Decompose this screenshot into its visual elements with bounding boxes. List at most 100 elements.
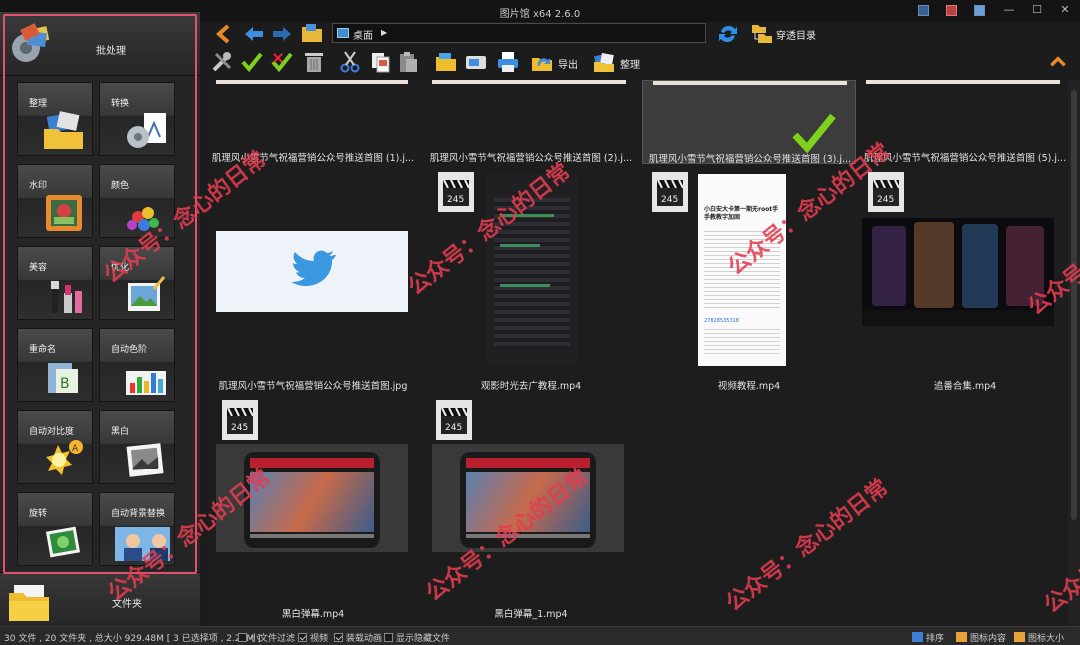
video-clapper-icon: 245	[436, 400, 472, 440]
rotate-icon	[45, 526, 81, 558]
monitor-icon[interactable]	[974, 2, 988, 18]
article-title: 小白安大卡第一期无root手手教教字加固	[704, 206, 779, 221]
slideshow-icon[interactable]	[464, 50, 488, 74]
tile-label: 优化	[111, 263, 130, 273]
file-caption: 视频教程.mp4	[717, 381, 781, 392]
convert-icon	[127, 113, 166, 148]
organize-label[interactable]: 整理	[620, 56, 640, 71]
print-icon[interactable]	[496, 50, 520, 74]
tile-background-replace[interactable]: 自动背景替换	[99, 492, 175, 566]
uncheck-icon[interactable]	[270, 50, 294, 74]
batch-process-button[interactable]: 批处理	[0, 12, 200, 76]
export-label[interactable]: 导出	[558, 56, 578, 71]
tile-label: 自动背景替换	[111, 509, 166, 519]
icon-size-label: 图标大小	[1028, 634, 1065, 644]
desktop-icon	[337, 28, 349, 38]
through-directory-icon[interactable]	[750, 22, 774, 46]
small-file-filter-checkbox[interactable]: 小文件过滤	[238, 631, 295, 644]
theme-icon[interactable]	[946, 2, 960, 18]
icon-content-icon	[956, 632, 967, 642]
checkbox-checked-icon	[298, 633, 307, 642]
through-directory-label[interactable]: 穿透目录	[776, 27, 816, 42]
paste-icon[interactable]	[396, 50, 420, 74]
status-bar: 30 文件 , 20 文件夹 , 总大小 929.48M [ 3 已选择项 , …	[0, 626, 1080, 645]
check-all-icon[interactable]	[240, 50, 264, 74]
file-item[interactable]: 肌理风小雪节气祝福营销公众号推送首图 (2).j...	[424, 80, 638, 164]
tile-optimize[interactable]: 优化	[99, 246, 175, 320]
file-item[interactable]: 245 追番合集.mp4	[858, 172, 1068, 392]
file-item[interactable]: 245 黑白弹幕_1.mp4	[424, 400, 638, 620]
open-folder-icon[interactable]	[300, 22, 324, 46]
path-field[interactable]: 桌面 ▶	[332, 23, 706, 43]
tile-label: 美容	[29, 263, 48, 273]
export-icon[interactable]	[530, 50, 554, 74]
file-item[interactable]: 肌理风小雪节气祝福营销公众号推送首图 (5).j...	[858, 80, 1068, 164]
maximize-button[interactable]: ☐	[1030, 2, 1044, 18]
tools-icon[interactable]	[210, 50, 234, 74]
tile-black-white[interactable]: 黑白	[99, 410, 175, 484]
video-checkbox[interactable]: 视频	[298, 631, 328, 644]
video-thumbnail-game	[216, 444, 408, 552]
cosmetics-icon	[51, 281, 82, 313]
file-caption: 黑白弹幕.mp4	[281, 609, 345, 620]
action-toolbar: 导出 整理	[206, 48, 1080, 76]
tile-label: 重命名	[29, 345, 57, 355]
folder-icon	[9, 585, 49, 621]
file-caption: 肌理风小雪节气祝福营销公众号推送首图 (5).j...	[863, 153, 1067, 164]
refresh-icon[interactable]	[716, 22, 740, 46]
collapse-up-icon[interactable]	[1048, 52, 1068, 72]
tile-watermark[interactable]: 水印	[17, 164, 93, 238]
vertical-scrollbar[interactable]	[1068, 80, 1080, 626]
delete-icon[interactable]	[302, 50, 326, 74]
file-item[interactable]: 245 黑白弹幕.mp4	[206, 400, 420, 620]
forward-arrow-icon[interactable]	[270, 22, 294, 46]
tile-convert[interactable]: 转换	[99, 82, 175, 156]
close-button[interactable]: ✕	[1058, 2, 1072, 18]
sort-button[interactable]: 排序	[912, 631, 944, 644]
icon-size-icon	[1014, 632, 1025, 642]
organize-icon[interactable]	[592, 50, 616, 74]
file-item[interactable]: 245 小白安大卡第一期无root手手教教字加固 27828535318 视频教…	[642, 172, 856, 392]
checkbox-checked-icon	[334, 633, 343, 642]
minimize-button[interactable]: —	[1002, 2, 1016, 18]
tile-rename[interactable]: 重命名 B	[17, 328, 93, 402]
show-hidden-checkbox[interactable]: 显示隐藏文件	[384, 631, 450, 644]
tile-auto-levels[interactable]: 自动色阶	[99, 328, 175, 402]
file-item[interactable]: 肌理风小雪节气祝福营销公众号推送首图.jpg	[206, 172, 420, 392]
icon-size-button[interactable]: 图标大小	[1014, 631, 1064, 644]
app-window: 图片馆 x64 2.6.0 — ☐ ✕ 批处理 整理 转换 水印 颜色 美容 优…	[0, 0, 1080, 645]
file-item-selected[interactable]: 肌理风小雪节气祝福营销公众号推送首图 (3).j...	[642, 80, 856, 165]
auto-levels-icon	[126, 371, 166, 395]
file-item[interactable]: 245 观影时光去广教程.mp4	[424, 172, 638, 392]
tile-organize[interactable]: 整理	[17, 82, 93, 156]
video-clapper-icon: 245	[652, 172, 688, 212]
video-thumbnail-code	[486, 174, 578, 364]
path-chevron-icon[interactable]: ▶	[381, 28, 387, 37]
navigation-bar: 桌面 ▶ 穿透目录	[206, 22, 1080, 46]
article-link: 27828535318	[704, 318, 739, 324]
copy-icon[interactable]	[368, 50, 392, 74]
checkbox-label: 显示隐藏文件	[396, 634, 451, 644]
checkbox-label: 小文件过滤	[250, 634, 296, 644]
file-item[interactable]: 肌理风小雪节气祝福营销公众号推送首图 (1).j...	[206, 80, 420, 164]
skin-icon[interactable]	[918, 2, 932, 18]
tile-beauty[interactable]: 美容	[17, 246, 93, 320]
back-arrow-icon[interactable]	[242, 22, 266, 46]
folder-photos-icon	[44, 111, 83, 149]
file-caption: 黑白弹幕_1.mp4	[494, 609, 568, 620]
image-thumbnail	[653, 81, 847, 85]
video-clapper-icon: 245	[222, 400, 258, 440]
new-folder-icon[interactable]	[434, 50, 458, 74]
tile-auto-contrast[interactable]: 自动对比度 A	[17, 410, 93, 484]
tile-rotate[interactable]: 旋转	[17, 492, 93, 566]
icon-content-button[interactable]: 图标内容	[956, 631, 1006, 644]
sort-label: 排序	[926, 634, 945, 644]
tile-color[interactable]: 颜色	[99, 164, 175, 238]
scrollbar-thumb[interactable]	[1071, 90, 1077, 520]
folder-button[interactable]: 文件夹	[0, 572, 200, 634]
load-animation-checkbox[interactable]: 装载动画	[334, 631, 382, 644]
image-thumbnail	[216, 231, 408, 312]
up-arrow-icon[interactable]	[212, 22, 236, 46]
cut-icon[interactable]	[338, 50, 362, 74]
twitter-bird-icon	[291, 250, 336, 287]
